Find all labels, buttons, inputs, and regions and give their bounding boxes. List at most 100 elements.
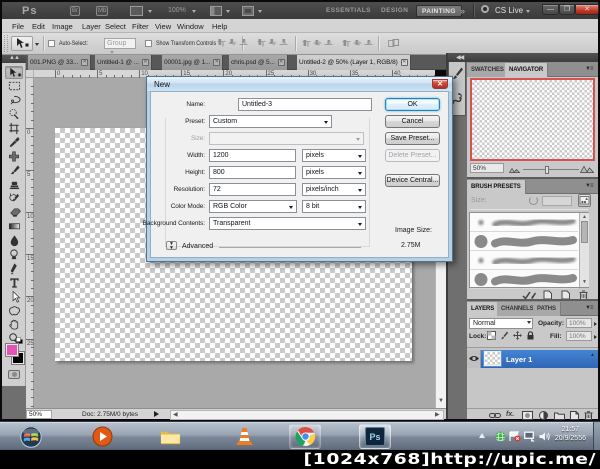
tool-lasso[interactable] — [5, 94, 23, 107]
menu-view[interactable]: View — [155, 22, 171, 31]
opacity-slider-icon[interactable] — [594, 322, 597, 326]
layer-effects-icon[interactable]: fx. — [506, 411, 514, 418]
layer-thumbnail[interactable] — [483, 350, 502, 367]
tool-dodge[interactable] — [5, 248, 23, 261]
default-colors-icon[interactable] — [16, 337, 23, 344]
tool-quick-select[interactable] — [5, 108, 23, 121]
layers-panel-menu-icon[interactable]: ▼≡ — [585, 305, 595, 312]
save-preset-button[interactable]: Save Preset... — [385, 132, 440, 145]
align-top-icon[interactable] — [217, 39, 228, 48]
dialog-title-bar[interactable]: New ✕ — [147, 77, 452, 91]
align-right-icon[interactable] — [279, 39, 290, 48]
tool-type[interactable] — [5, 276, 23, 289]
layer-row-selected[interactable]: Layer 1 ▲ — [467, 350, 598, 368]
status-zoom-field[interactable]: 50% — [26, 410, 52, 419]
name-input[interactable]: Untitled-3 — [238, 98, 372, 111]
distribute-left-icon[interactable] — [342, 39, 353, 48]
navigator-zoom-slider[interactable] — [523, 169, 579, 170]
quick-mask-icon[interactable] — [8, 370, 20, 379]
start-button[interactable] — [19, 425, 43, 449]
tab-layers[interactable]: LAYERS — [467, 302, 500, 316]
photoshop-taskbar-icon[interactable]: Ps — [365, 427, 385, 446]
show-transform-checkbox[interactable] — [145, 40, 152, 47]
menu-image[interactable]: Image — [52, 22, 73, 31]
arrange-documents-dropdown-icon[interactable] — [226, 10, 230, 13]
cs-live-label[interactable]: CS Live — [495, 6, 523, 15]
scroll-up-icon[interactable]: ▲ — [590, 352, 595, 358]
tool-marquee[interactable] — [5, 80, 23, 93]
screen-mode-dropdown-icon[interactable] — [258, 10, 262, 13]
size-combo[interactable] — [209, 132, 364, 145]
arrange-documents-icon[interactable] — [210, 6, 222, 16]
preset-combo[interactable]: Custom — [209, 115, 332, 128]
brush-size-slider[interactable] — [470, 209, 588, 210]
zoom-in-icon[interactable] — [580, 164, 594, 173]
visibility-eye-icon[interactable] — [469, 355, 479, 362]
tab-brush-presets[interactable]: BRUSH PRESETS — [467, 180, 526, 194]
tool-preset-dropdown-icon[interactable] — [35, 43, 39, 46]
height-unit-combo[interactable]: pixels — [302, 166, 366, 179]
brush-preset-item[interactable] — [470, 213, 578, 232]
scroll-down-icon[interactable]: ▼ — [438, 398, 444, 404]
tool-clone-stamp[interactable] — [5, 178, 23, 191]
width-unit-combo[interactable]: pixels — [302, 149, 366, 162]
height-input[interactable]: 800 — [209, 166, 296, 179]
scroll-up-icon[interactable]: ▲ — [582, 214, 587, 220]
menu-layer[interactable]: Layer — [82, 22, 101, 31]
brush-size-field[interactable] — [542, 196, 572, 206]
device-central-button[interactable]: Device Central... — [385, 174, 440, 187]
workspace-design[interactable]: DESIGN — [381, 5, 408, 17]
lock-pixels-icon[interactable] — [500, 331, 509, 340]
current-tool-icon[interactable] — [11, 36, 33, 51]
tray-display-icon[interactable] — [524, 431, 536, 442]
chrome-icon[interactable] — [295, 426, 316, 447]
align-vcenter-icon[interactable] — [228, 39, 239, 48]
tool-shape[interactable] — [5, 304, 23, 317]
blend-mode-combo[interactable]: Normal — [469, 318, 533, 329]
brush-reset-icon[interactable] — [529, 196, 538, 205]
scroll-left-icon[interactable]: ◀ — [173, 412, 178, 419]
zoom-out-icon[interactable] — [509, 166, 520, 173]
tab-swatches[interactable]: SWATCHES — [467, 63, 509, 77]
brush-preset-item[interactable] — [470, 270, 578, 289]
navigator-preview[interactable] — [470, 78, 595, 161]
document-tab[interactable]: 00001.jpg @ 1... ✕ — [162, 55, 224, 70]
document-tab-active[interactable]: Untitled-2 @ 50% (Layer 1, RGB/8) ✕ — [297, 55, 411, 70]
scroll-right-icon[interactable]: ▶ — [435, 412, 440, 419]
link-layers-icon[interactable] — [489, 412, 501, 419]
menu-filter[interactable]: Filter — [132, 22, 149, 31]
lock-transparency-icon[interactable] — [487, 331, 496, 340]
taskbar-clock[interactable]: 21:57 20/9/2556 — [555, 425, 586, 443]
align-hcenter-icon[interactable] — [268, 39, 279, 48]
scroll-down-icon[interactable]: ▼ — [582, 279, 587, 285]
workspace-overflow-icon[interactable]: » — [460, 6, 465, 16]
auto-select-checkbox[interactable] — [48, 40, 55, 47]
new-layer-icon[interactable] — [570, 411, 579, 420]
navigator-panel-menu-icon[interactable]: ▼≡ — [585, 66, 595, 73]
bit-depth-combo[interactable]: 8 bit — [302, 200, 366, 213]
delete-layer-icon[interactable] — [584, 411, 593, 420]
minimize-button[interactable]: — — [542, 4, 559, 15]
tool-blur[interactable] — [5, 234, 23, 247]
cs-live-dropdown-icon[interactable] — [526, 10, 530, 13]
menu-file[interactable]: File — [12, 22, 24, 31]
tool-eraser[interactable] — [5, 206, 23, 219]
cancel-button[interactable]: Cancel — [385, 115, 440, 128]
tab-paths[interactable]: PATHS — [533, 302, 561, 316]
distribute-top-icon[interactable] — [302, 39, 313, 48]
fill-slider-icon[interactable] — [594, 335, 597, 339]
background-contents-combo[interactable]: Transparent — [209, 217, 366, 230]
fill-value[interactable]: 100% — [566, 331, 592, 341]
tray-expand-icon[interactable] — [479, 433, 485, 438]
tray-action-center-icon[interactable] — [509, 431, 521, 442]
view-extras-icon[interactable] — [130, 6, 143, 16]
tool-hand[interactable] — [5, 318, 23, 331]
align-left-icon[interactable] — [257, 39, 268, 48]
align-bottom-icon[interactable] — [239, 39, 250, 48]
lock-position-icon[interactable] — [513, 331, 522, 340]
resolution-input[interactable]: 72 — [209, 183, 296, 196]
tool-history-brush[interactable] — [5, 192, 23, 205]
mini-bridge-icon[interactable]: Mb — [96, 6, 109, 16]
zoom-level-dropdown-icon[interactable] — [192, 10, 196, 13]
tray-volume-icon[interactable] — [539, 431, 551, 442]
